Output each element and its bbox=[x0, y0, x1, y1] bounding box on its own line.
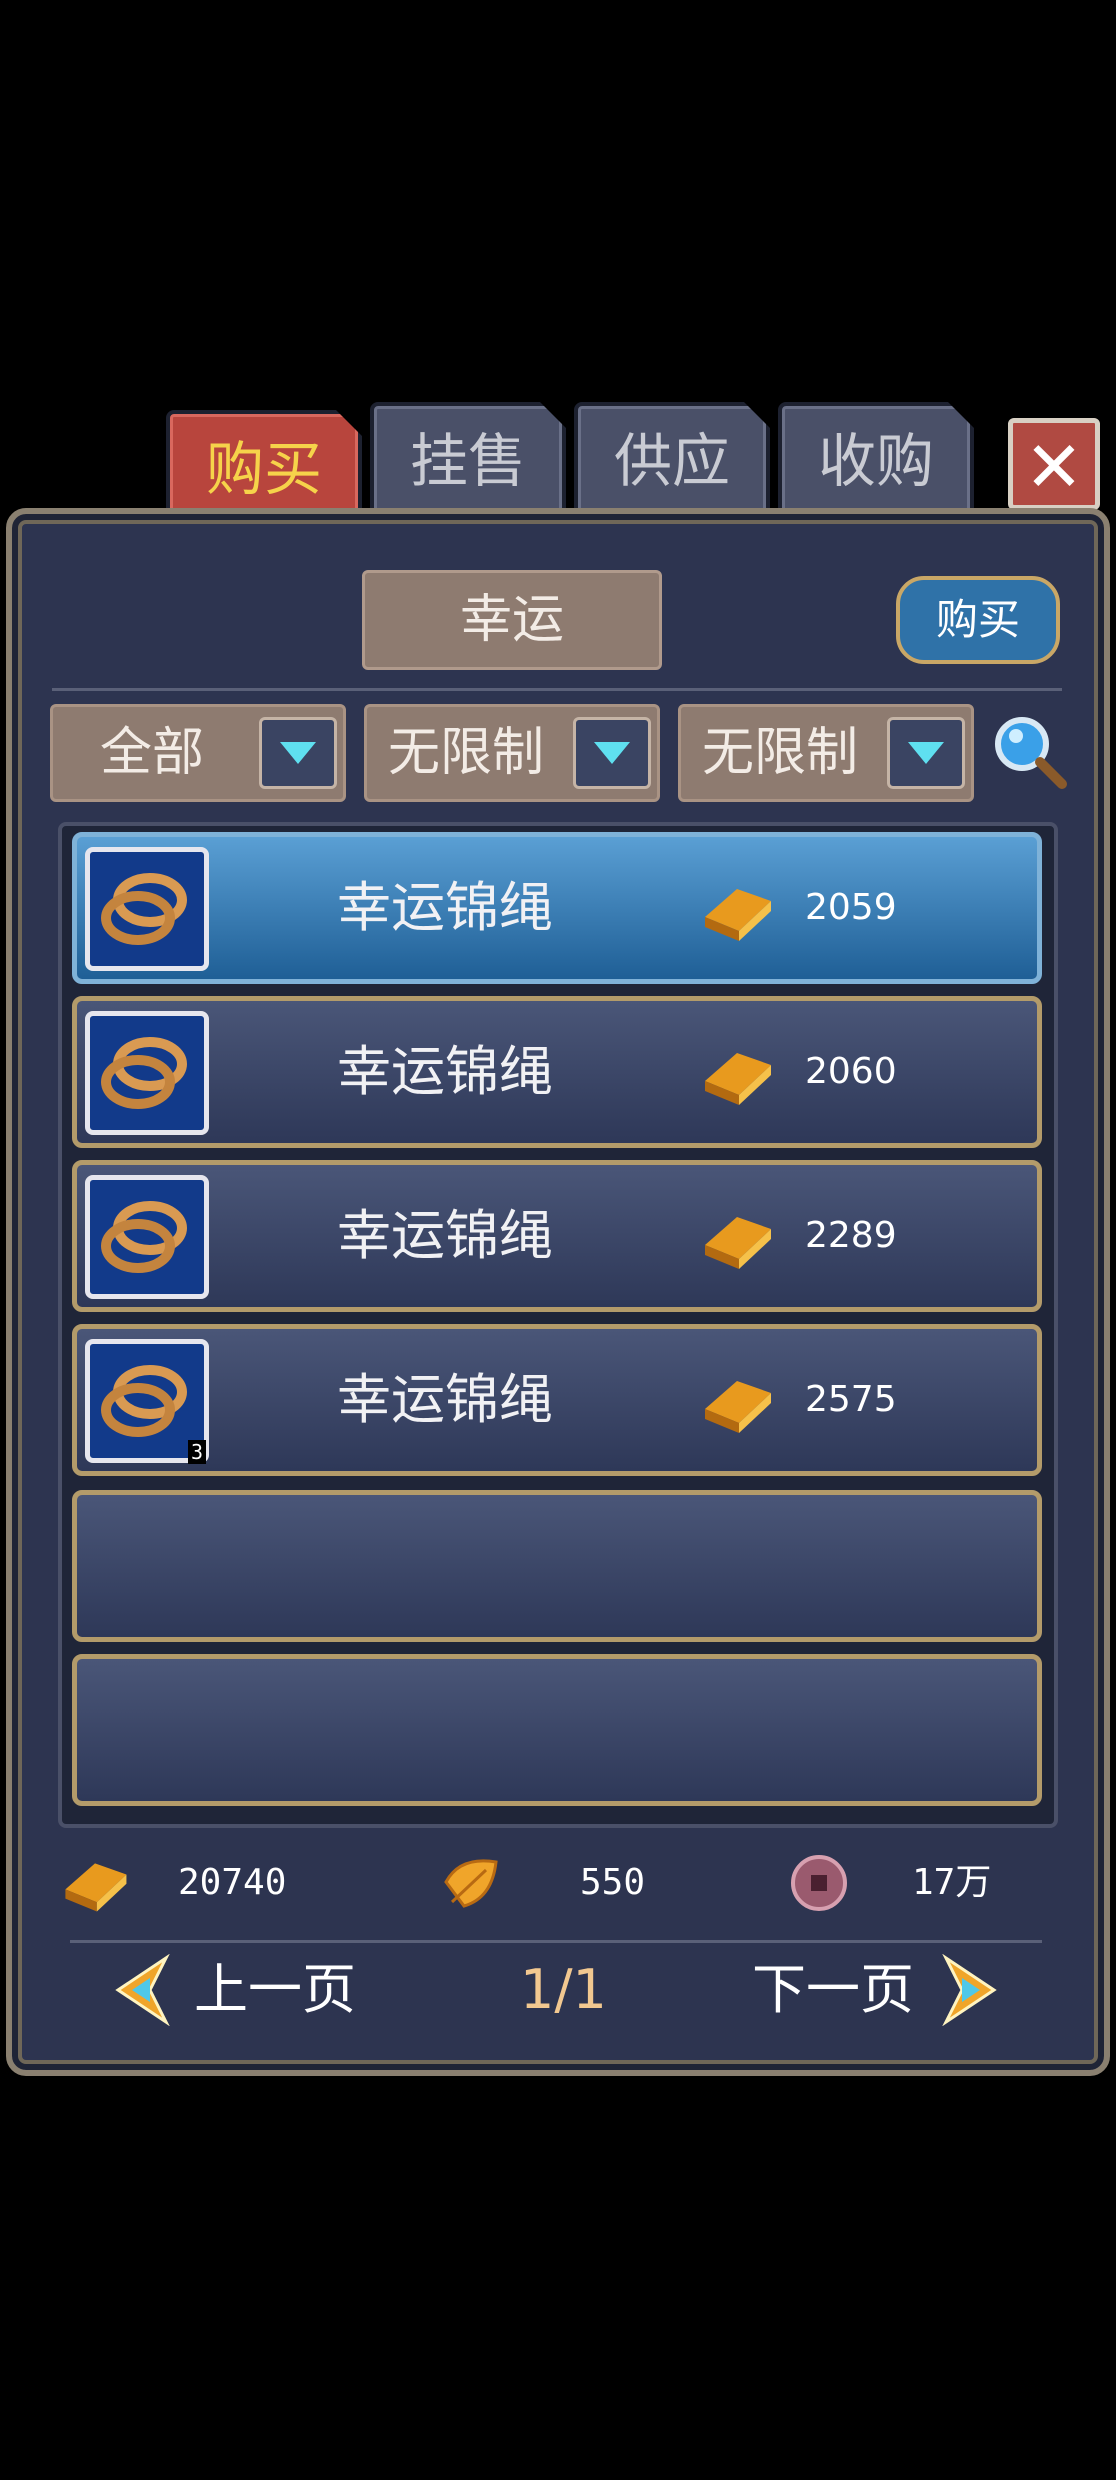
rope-icon bbox=[85, 1175, 209, 1299]
filter-level-dropdown[interactable]: 无限制 bbox=[364, 704, 660, 802]
list-item[interactable]: 幸运锦绳 2060 bbox=[72, 996, 1042, 1148]
item-name: 幸运锦绳 bbox=[337, 1040, 553, 1103]
chevron-down-icon[interactable] bbox=[573, 717, 651, 789]
prev-page-button[interactable]: 上一页 bbox=[110, 1950, 370, 2030]
list-item[interactable]: 3 幸运锦绳 2575 bbox=[72, 1324, 1042, 1476]
item-name: 幸运锦绳 bbox=[337, 876, 553, 939]
filter-level-value: 无限制 bbox=[387, 723, 544, 783]
category-title: 幸运 bbox=[362, 570, 662, 670]
rope-icon bbox=[85, 847, 209, 971]
tab-buy-label: 购买 bbox=[205, 435, 322, 503]
coin-balance: 17万 bbox=[912, 1862, 992, 1903]
next-page-label: 下一页 bbox=[752, 1958, 914, 2021]
filter-quality-value: 无限制 bbox=[701, 723, 858, 783]
divider bbox=[70, 1940, 1042, 1943]
list-item[interactable]: 幸运锦绳 2289 bbox=[72, 1160, 1042, 1312]
arrow-left-icon bbox=[115, 1954, 170, 2026]
empty-slot bbox=[72, 1654, 1042, 1806]
rope-icon bbox=[85, 1011, 209, 1135]
item-price: 2575 bbox=[805, 1379, 897, 1420]
tab-supply-label: 供应 bbox=[613, 427, 730, 495]
leaf-balance: 550 bbox=[580, 1862, 646, 1903]
page-indicator: 1/1 bbox=[520, 1958, 607, 2021]
item-price: 2059 bbox=[805, 887, 897, 928]
search-icon[interactable] bbox=[990, 712, 1070, 792]
item-price: 2060 bbox=[805, 1051, 897, 1092]
chevron-down-icon[interactable] bbox=[259, 717, 337, 789]
list-item[interactable]: 幸运锦绳 2059 bbox=[72, 832, 1042, 984]
gold-ingot-icon bbox=[705, 1381, 771, 1433]
gold-ingot-icon bbox=[705, 1217, 771, 1269]
gold-balance: 20740 bbox=[178, 1862, 287, 1903]
tab-purchase-label: 收购 bbox=[817, 427, 934, 495]
divider bbox=[52, 688, 1062, 691]
rope-icon: 3 bbox=[85, 1339, 209, 1464]
item-quantity: 3 bbox=[187, 1440, 206, 1464]
close-icon[interactable]: ✕ bbox=[1008, 418, 1100, 510]
chevron-down-icon[interactable] bbox=[887, 717, 965, 789]
copper-coin-icon bbox=[791, 1855, 847, 1911]
filter-quality-dropdown[interactable]: 无限制 bbox=[678, 704, 974, 802]
filter-category-dropdown[interactable]: 全部 bbox=[50, 704, 346, 802]
filter-category-value: 全部 bbox=[99, 723, 204, 783]
next-page-button[interactable]: 下一页 bbox=[752, 1950, 1012, 2030]
item-name: 幸运锦绳 bbox=[337, 1204, 553, 1267]
buy-button[interactable]: 购买 bbox=[896, 576, 1060, 664]
gold-ingot-icon bbox=[705, 889, 771, 941]
gold-ingot-icon bbox=[65, 1863, 127, 1912]
prev-page-label: 上一页 bbox=[194, 1958, 356, 2021]
arrow-right-icon bbox=[942, 1954, 997, 2026]
leaf-icon bbox=[444, 1859, 498, 1908]
empty-slot bbox=[72, 1490, 1042, 1642]
tab-sell-label: 挂售 bbox=[409, 427, 526, 495]
gold-ingot-icon bbox=[705, 1053, 771, 1105]
item-name: 幸运锦绳 bbox=[337, 1368, 553, 1431]
item-price: 2289 bbox=[805, 1215, 897, 1256]
